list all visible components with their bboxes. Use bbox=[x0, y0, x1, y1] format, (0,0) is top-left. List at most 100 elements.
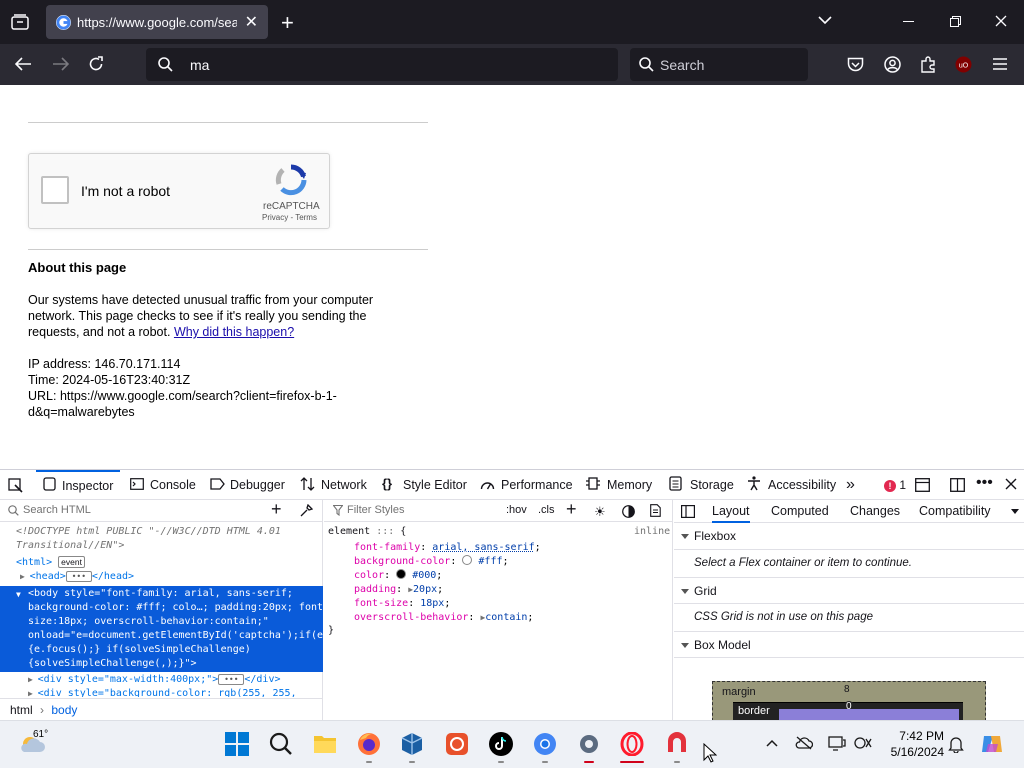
chevron-down-icon[interactable] bbox=[818, 16, 832, 25]
pocket-icon[interactable] bbox=[847, 57, 864, 72]
restore-icon[interactable] bbox=[950, 16, 961, 27]
search-html-bar[interactable]: Search HTML + bbox=[0, 499, 323, 522]
tab-style-editor[interactable]: Style Editor bbox=[382, 470, 467, 500]
hov-toggle[interactable]: :hov bbox=[506, 504, 527, 516]
cloud-off-icon[interactable] bbox=[795, 735, 813, 751]
forward-arrow-icon[interactable] bbox=[52, 57, 69, 71]
malwarebytes-app-icon[interactable] bbox=[445, 732, 469, 756]
property-value[interactable]: #000 bbox=[412, 570, 436, 581]
tray-overflow-icon[interactable] bbox=[766, 739, 778, 747]
expand-arrow-icon[interactable]: ▶ bbox=[28, 689, 38, 697]
recaptcha-checkbox[interactable] bbox=[41, 176, 69, 204]
rule-property[interactable]: padding: ▶20px; bbox=[354, 583, 443, 597]
color-swatch-icon[interactable] bbox=[462, 555, 473, 565]
ublock-icon[interactable]: uO bbox=[955, 56, 972, 73]
error-badge[interactable]: ! 1 bbox=[884, 478, 906, 492]
add-node-icon[interactable]: + bbox=[271, 499, 282, 520]
boxmodel-section-header[interactable]: Box Model bbox=[674, 631, 1024, 658]
system-clock[interactable]: 7:42 PM 5/16/2024 bbox=[884, 728, 944, 760]
network-status-icon[interactable] bbox=[854, 735, 872, 751]
display-icon[interactable] bbox=[828, 735, 846, 751]
collapse-arrow-icon[interactable]: ▼ bbox=[16, 590, 21, 599]
new-tab-icon[interactable]: + bbox=[281, 10, 294, 36]
breadcrumb-html[interactable]: html bbox=[10, 703, 33, 717]
browser-tab[interactable]: https://www.google.com/search? ✕ bbox=[46, 5, 268, 39]
copilot-icon[interactable] bbox=[980, 733, 1004, 755]
rule-property[interactable]: background-color: #fff; bbox=[354, 555, 509, 569]
chrome-icon[interactable] bbox=[533, 732, 557, 756]
div-node-2[interactable]: ▶ <div style="background-color: rgb(255,… bbox=[0, 687, 323, 697]
tab-list-icon[interactable] bbox=[11, 14, 29, 30]
print-simulation-icon[interactable] bbox=[650, 504, 661, 517]
back-arrow-icon[interactable] bbox=[15, 57, 32, 71]
box-model-diagram[interactable]: margin 8 border 0 bbox=[712, 681, 986, 729]
address-input[interactable]: ma bbox=[190, 57, 209, 73]
rule-property[interactable]: overscroll-behavior: ▶contain; bbox=[354, 611, 533, 625]
flexbox-section-header[interactable]: Flexbox bbox=[674, 523, 1024, 550]
body-node-selected[interactable]: <body style="font-family: arial, sans-se… bbox=[0, 586, 323, 672]
rule-property[interactable]: font-family: arial, sans-serif; bbox=[354, 541, 541, 555]
rule-property[interactable]: font-size: 18px; bbox=[354, 597, 450, 611]
minimize-icon[interactable] bbox=[903, 21, 914, 22]
file-explorer-icon[interactable] bbox=[313, 732, 337, 756]
eyedropper-icon[interactable] bbox=[300, 504, 313, 517]
start-icon[interactable] bbox=[225, 732, 249, 756]
add-rule-icon[interactable]: + bbox=[566, 499, 577, 520]
property-value[interactable]: 20px bbox=[413, 584, 437, 595]
dock-icon[interactable] bbox=[950, 478, 965, 492]
event-badge[interactable]: event bbox=[58, 556, 85, 568]
div-node[interactable]: ▶ <div style="max-width:400px;"> ••• </d… bbox=[0, 673, 323, 687]
breadcrumb-body[interactable]: body bbox=[51, 703, 77, 717]
why-link[interactable]: Why did this happen? bbox=[174, 325, 294, 339]
filter-styles-input[interactable]: Filter Styles bbox=[347, 504, 404, 516]
doctype-line-2[interactable]: Transitional//EN"> bbox=[0, 539, 323, 553]
color-swatch-icon[interactable] bbox=[396, 569, 407, 579]
more-tabs-icon[interactable]: » bbox=[846, 476, 855, 494]
margin-value[interactable]: 8 bbox=[844, 684, 850, 695]
element-picker-icon[interactable] bbox=[8, 478, 23, 493]
property-value[interactable]: arial, sans-serif bbox=[432, 542, 534, 553]
rule-inline-label[interactable]: inline bbox=[634, 526, 670, 537]
split-console-icon[interactable] bbox=[915, 478, 930, 492]
property-value[interactable]: 18px bbox=[420, 598, 444, 609]
html-node[interactable]: <html> event bbox=[0, 555, 323, 570]
property-value[interactable]: contain bbox=[485, 612, 527, 623]
weather-widget[interactable]: 61° bbox=[16, 728, 52, 760]
tabs-overflow-icon[interactable] bbox=[1011, 509, 1019, 514]
more-options-icon[interactable]: ••• bbox=[976, 474, 993, 492]
settings-gear-icon[interactable] bbox=[577, 732, 601, 756]
virtualbox-icon[interactable] bbox=[400, 732, 424, 756]
tab-computed[interactable]: Computed bbox=[771, 500, 829, 523]
search-html-input[interactable]: Search HTML bbox=[23, 504, 91, 516]
grid-section-header[interactable]: Grid bbox=[674, 577, 1024, 604]
opera-icon[interactable] bbox=[620, 732, 644, 756]
search-icon[interactable] bbox=[269, 732, 293, 756]
expand-arrow-icon[interactable]: ▶ bbox=[20, 572, 30, 581]
search-input[interactable]: Search bbox=[660, 57, 704, 73]
search-bar[interactable]: Search bbox=[630, 48, 808, 81]
recaptcha-privacy-terms[interactable]: Privacy - Terms bbox=[262, 213, 317, 222]
tiktok-icon[interactable] bbox=[489, 732, 513, 756]
account-icon[interactable] bbox=[884, 56, 901, 73]
close-tab-icon[interactable]: ✕ bbox=[245, 12, 258, 32]
menu-hamburger-icon[interactable] bbox=[993, 58, 1007, 70]
tab-changes[interactable]: Changes bbox=[850, 500, 900, 523]
rule-property[interactable]: color: #000; bbox=[354, 569, 442, 583]
close-devtools-icon[interactable] bbox=[1005, 478, 1017, 490]
malwarebytes-icon[interactable] bbox=[665, 732, 689, 756]
reload-icon[interactable] bbox=[88, 56, 104, 72]
address-bar[interactable]: ma bbox=[146, 48, 618, 81]
close-window-icon[interactable] bbox=[995, 15, 1007, 27]
cls-toggle[interactable]: .cls bbox=[538, 504, 555, 516]
extensions-icon[interactable] bbox=[920, 56, 936, 73]
dark-theme-icon[interactable] bbox=[622, 505, 635, 518]
firefox-icon[interactable] bbox=[357, 732, 381, 756]
expand-arrow-icon[interactable]: ▶ bbox=[28, 675, 38, 684]
property-value[interactable]: #fff bbox=[478, 556, 502, 567]
doctype-line[interactable]: <!DOCTYPE html PUBLIC "-//W3C//DTD HTML … bbox=[0, 525, 323, 539]
light-theme-icon[interactable]: ☀ bbox=[594, 504, 606, 520]
rule-selector[interactable]: element ::: { bbox=[328, 526, 406, 537]
head-node[interactable]: ▶ <head> ••• </head> bbox=[0, 570, 323, 584]
tab-layout[interactable]: Layout bbox=[712, 500, 750, 523]
notification-bell-icon[interactable] bbox=[948, 735, 964, 753]
